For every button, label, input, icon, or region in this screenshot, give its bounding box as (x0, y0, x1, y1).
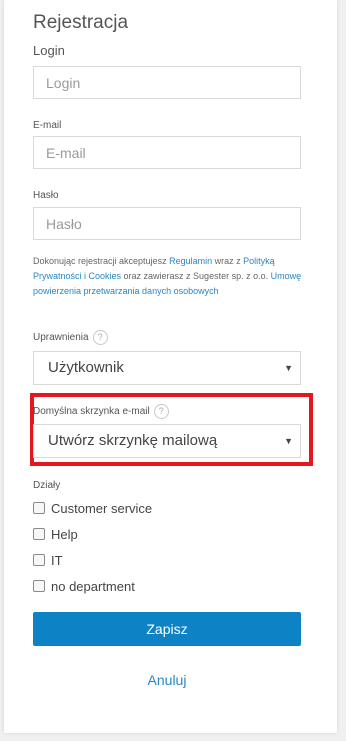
help-icon[interactable]: ? (92, 330, 108, 345)
consent-text-part: Dokonując rejestracji akceptujesz (33, 256, 170, 266)
help-icon[interactable]: ? (153, 404, 169, 419)
permissions-select[interactable]: Użytkownik ▼ (33, 351, 301, 385)
email-input[interactable] (33, 136, 301, 169)
department-checkbox-it[interactable]: IT (33, 551, 63, 569)
terms-link[interactable]: Regulamin (169, 256, 212, 266)
cancel-link[interactable]: Anuluj (33, 672, 301, 688)
departments-label: Działy (33, 480, 61, 491)
department-label: IT (51, 552, 63, 568)
password-input[interactable] (33, 207, 301, 240)
login-input[interactable] (33, 66, 301, 99)
page-title: Rejestracja (33, 12, 129, 33)
save-button[interactable]: Zapisz (33, 612, 301, 646)
department-checkbox-customer-service[interactable]: Customer service (33, 499, 152, 517)
checkbox[interactable] (33, 502, 45, 514)
permissions-label: Uprawnienia? (33, 330, 108, 345)
department-label: no department (51, 578, 135, 594)
mailbox-select-value: Utwórz skrzynkę mailową (48, 432, 218, 449)
consent-text-part: wraz z (212, 256, 244, 266)
chevron-down-icon: ▼ (284, 363, 293, 373)
department-label: Customer service (51, 500, 153, 516)
checkbox[interactable] (33, 554, 45, 566)
chevron-down-icon: ▼ (284, 436, 293, 446)
consent-text-part: oraz zawierasz z Sugester sp. z o.o. (121, 271, 271, 281)
checkbox[interactable] (33, 580, 45, 592)
department-checkbox-help[interactable]: Help (33, 525, 78, 543)
consent-text: Dokonując rejestracji akceptujesz Regula… (33, 254, 308, 299)
login-label: Login (33, 43, 65, 58)
permissions-select-value: Użytkownik (48, 359, 124, 376)
mailbox-select[interactable]: Utwórz skrzynkę mailową ▼ (33, 424, 301, 458)
mailbox-label-text: Domyślna skrzynka e-mail (33, 406, 150, 418)
permissions-label-text: Uprawnienia (33, 332, 89, 344)
email-label: E-mail (33, 120, 62, 131)
password-label: Hasło (33, 190, 59, 201)
department-checkbox-no-department[interactable]: no department (33, 577, 135, 595)
mailbox-label: Domyślna skrzynka e-mail? (33, 404, 169, 419)
checkbox[interactable] (33, 528, 45, 540)
department-label: Help (51, 526, 78, 542)
